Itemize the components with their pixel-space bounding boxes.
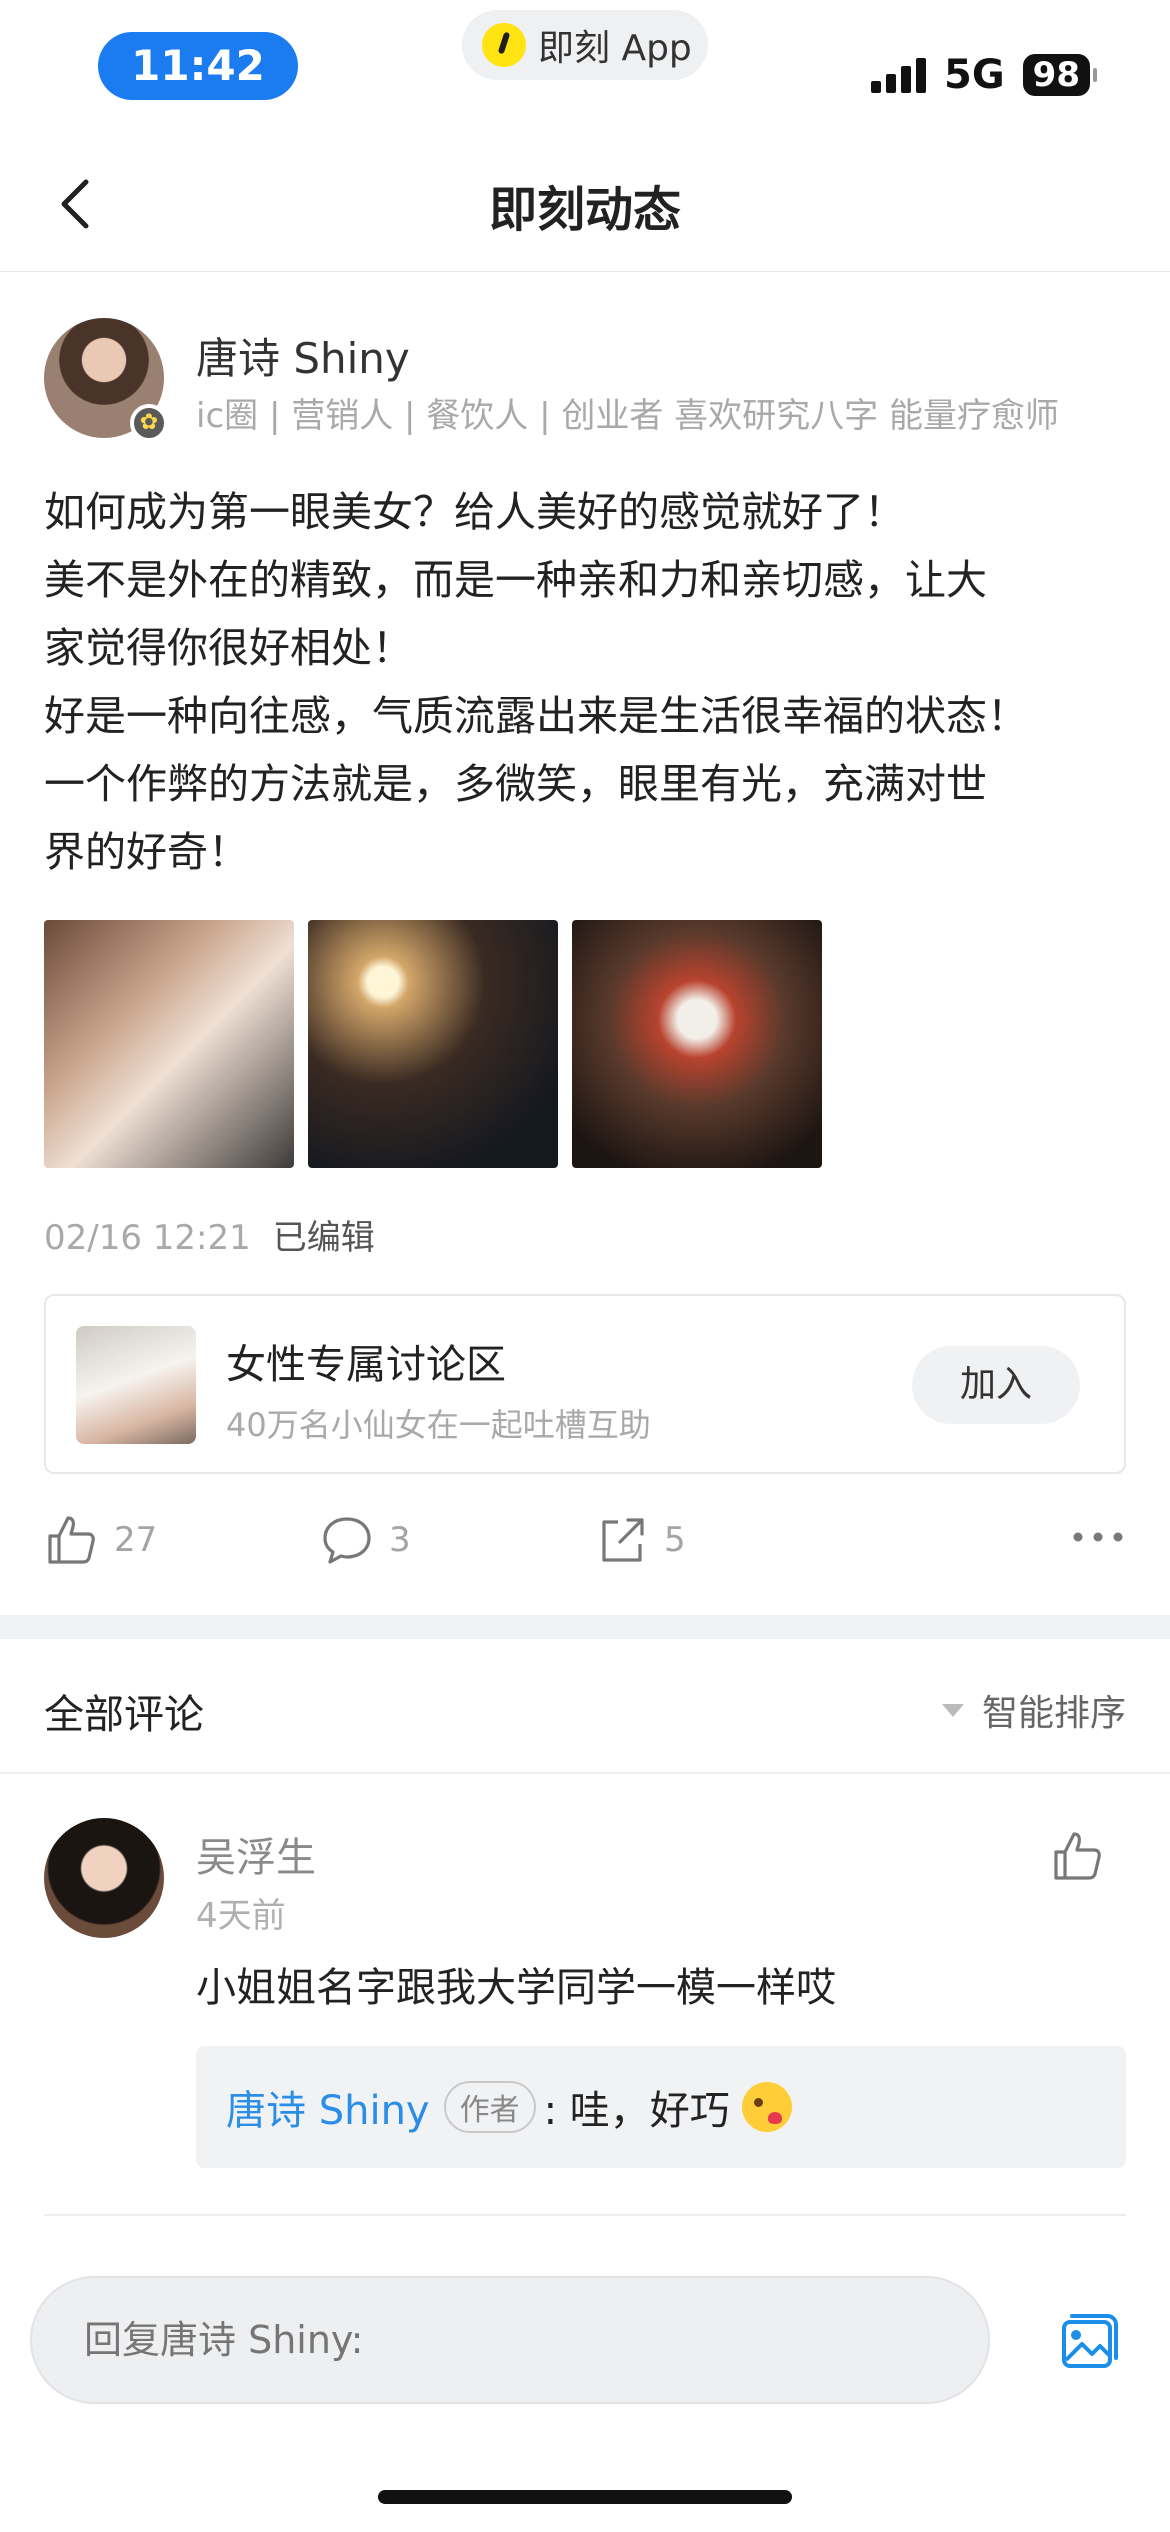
post-line: 如何成为第一眼美女？给人美好的感觉就好了！ <box>44 488 905 536</box>
battery-icon: 98 <box>1022 54 1098 96</box>
nav-bar: 即刻动态 <box>0 130 1170 272</box>
share-icon <box>602 1518 644 1562</box>
commenter-name[interactable]: 吴浮生 <box>196 1825 316 1883</box>
post-meta: 02/16 12:21 已编辑 <box>44 1210 375 1259</box>
share-button[interactable]: 5 <box>594 1505 686 1575</box>
thumbs-up-icon <box>48 1516 95 1564</box>
signal-icon <box>871 57 926 93</box>
comment-count: 3 <box>389 1520 411 1560</box>
divider <box>0 1772 1170 1774</box>
author-tag: 作者 <box>443 2081 536 2133</box>
divider <box>44 2214 1126 2216</box>
status-bar: 11:42 即刻 App 5G 98 <box>0 0 1170 130</box>
comments-title: 全部评论 <box>44 1692 204 1738</box>
thumbs-up-icon[interactable] <box>1050 1828 1106 1884</box>
author-tags: ic圈 | 营销人 | 餐饮人 | 创业者 喜欢研究八字 能量疗愈师 <box>196 396 1059 436</box>
speech-bubble-icon <box>323 1517 371 1564</box>
comment-text: 小姐姐名字跟我大学同学一模一样哎 <box>196 1965 836 2011</box>
app-logo-icon <box>482 23 526 67</box>
network-type: 5G <box>944 52 1005 98</box>
edited-label: 已编辑 <box>272 1218 375 1258</box>
post-line: 美不是外在的精致，而是一种亲和力和亲切感，让大 <box>44 556 987 604</box>
reply-text: : 哇，好巧 <box>543 2088 730 2134</box>
comment-button[interactable]: 3 <box>319 1505 411 1575</box>
post-actions: 27 3 5 <box>44 1505 1126 1585</box>
author-name[interactable]: 唐诗 Shiny <box>196 325 410 386</box>
reply-input[interactable] <box>30 2276 990 2404</box>
like-count: 27 <box>114 1520 158 1560</box>
post-line: 家觉得你很好相处！ <box>44 624 413 672</box>
sort-button[interactable]: 智能排序 <box>941 1684 1126 1736</box>
post-line: 好是一种向往感，气质流露出来是生活很幸福的状态！ <box>44 692 1028 740</box>
app-indicator[interactable]: 即刻 App <box>462 10 708 80</box>
app-name: 即刻 App <box>538 28 692 69</box>
section-divider <box>0 1615 1170 1639</box>
kiss-emoji-icon <box>741 2082 792 2132</box>
sort-label: 智能排序 <box>981 1693 1126 1734</box>
post-photo[interactable] <box>308 920 558 1168</box>
post-text: 如何成为第一眼美女？给人美好的感觉就好了！ 美不是外在的精致，而是一种亲和力和亲… <box>44 478 1134 886</box>
post-photo[interactable] <box>572 920 822 1168</box>
post-photo[interactable] <box>44 920 294 1168</box>
like-button[interactable]: 27 <box>44 1505 157 1575</box>
post-timestamp: 02/16 12:21 <box>44 1218 251 1258</box>
comment-time: 4天前 <box>196 1896 286 1936</box>
group-image <box>76 1326 196 1444</box>
more-dots-icon[interactable] <box>1070 1517 1126 1557</box>
post-photos <box>44 920 822 1168</box>
image-icon[interactable] <box>1054 2308 1120 2374</box>
group-name: 女性专属讨论区 <box>226 1342 506 1388</box>
reply-box[interactable]: 唐诗 Shiny 作者 : 哇，好巧 <box>196 2046 1126 2168</box>
share-count: 5 <box>664 1520 686 1560</box>
status-time[interactable]: 11:42 <box>98 32 298 100</box>
commenter-avatar[interactable] <box>44 1818 164 1938</box>
post-line: 一个作弊的方法就是，多微笑，眼里有光，充满对世 <box>44 760 987 808</box>
reply-author[interactable]: 唐诗 Shiny <box>226 2078 430 2136</box>
triangle-down-icon <box>941 1703 964 1717</box>
badge-icon: ✿ <box>130 404 168 442</box>
group-description: 40万名小仙女在一起吐槽互助 <box>226 1406 651 1444</box>
group-card[interactable]: 女性专属讨论区 40万名小仙女在一起吐槽互助 加入 <box>44 1294 1126 1474</box>
post-line: 界的好奇！ <box>44 828 249 876</box>
status-indicators: 5G 98 <box>871 52 1098 98</box>
join-button[interactable]: 加入 <box>912 1346 1080 1424</box>
home-indicator[interactable] <box>378 2490 792 2504</box>
page-title: 即刻动态 <box>488 182 681 238</box>
